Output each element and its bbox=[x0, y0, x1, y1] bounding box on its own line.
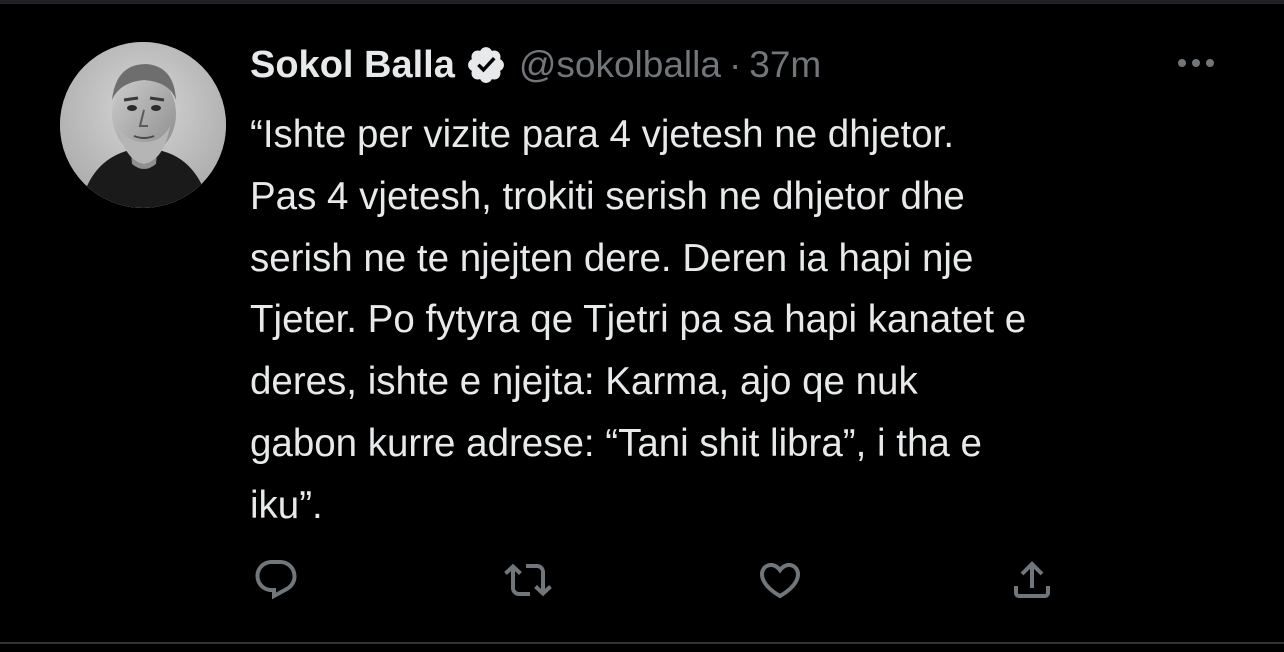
like-button[interactable] bbox=[750, 550, 810, 610]
share-button[interactable] bbox=[1002, 550, 1062, 610]
tweet-text-line: serish ne te njejten dere. Deren ia hapi… bbox=[250, 236, 974, 280]
tweet-text-line: Tjeter. Po fytyra qe Tjetri pa sa hapi k… bbox=[250, 298, 1027, 342]
display-name[interactable]: Sokol Balla bbox=[250, 44, 455, 87]
more-dot bbox=[1178, 59, 1186, 67]
tweet-header: Sokol Balla @sokolballa · 37m bbox=[250, 40, 821, 90]
more-dot bbox=[1206, 59, 1214, 67]
separator-dot: · bbox=[728, 44, 742, 85]
reply-icon bbox=[255, 560, 297, 600]
tweet-text-line: gabon kurre adrese: “Tani shit libra”, i… bbox=[250, 421, 982, 465]
bottom-divider bbox=[0, 642, 1284, 644]
avatar[interactable] bbox=[60, 42, 226, 208]
action-bar bbox=[0, 550, 1284, 610]
tweet-text-line: deres, ishte e njejta: Karma, ajo qe nuk bbox=[250, 360, 918, 404]
handle[interactable]: @sokolballa bbox=[519, 44, 721, 86]
tweet-text: “Ishte per vizite para 4 vjetesh ne dhje… bbox=[250, 104, 1250, 537]
reply-button[interactable] bbox=[246, 550, 306, 610]
retweet-icon bbox=[504, 563, 552, 597]
more-icon[interactable] bbox=[1168, 48, 1224, 78]
tweet-text-line: iku”. bbox=[250, 483, 323, 527]
tweet-text-line: Pas 4 vjetesh, trokiti serish ne dhjetor… bbox=[250, 174, 965, 218]
more-dot bbox=[1192, 59, 1200, 67]
retweet-button[interactable] bbox=[498, 550, 558, 610]
tweet[interactable]: Sokol Balla @sokolballa · 37m “Ishte per… bbox=[0, 0, 1284, 642]
share-icon bbox=[1014, 561, 1050, 598]
verified-badge-icon bbox=[465, 44, 507, 86]
heart-icon bbox=[759, 563, 801, 599]
tweet-text-line: “Ishte per vizite para 4 vjetesh ne dhje… bbox=[250, 113, 955, 156]
timestamp[interactable]: 37m bbox=[749, 44, 821, 86]
